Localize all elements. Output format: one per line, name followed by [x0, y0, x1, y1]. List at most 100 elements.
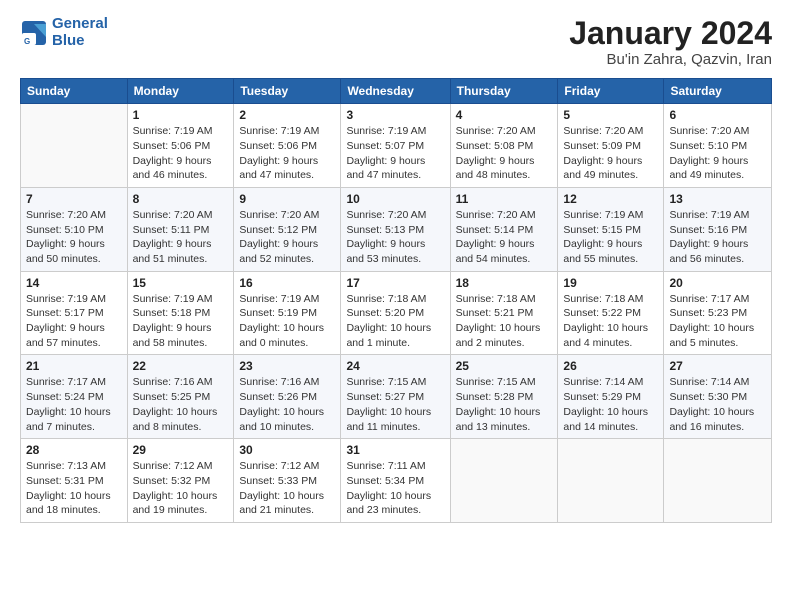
calendar-page: G General Blue January 2024 Bu'in Zahra,… [0, 0, 792, 612]
day-number: 16 [239, 276, 335, 290]
day-number: 18 [456, 276, 553, 290]
calendar-cell: 9Sunrise: 7:20 AM Sunset: 5:12 PM Daylig… [234, 187, 341, 271]
day-info: Sunrise: 7:13 AM Sunset: 5:31 PM Dayligh… [26, 459, 122, 518]
calendar-cell: 27Sunrise: 7:14 AM Sunset: 5:30 PM Dayli… [664, 355, 772, 439]
header-day-monday: Monday [127, 79, 234, 104]
header: G General Blue January 2024 Bu'in Zahra,… [20, 16, 772, 68]
calendar-cell: 1 Sunrise: 7:19 AM Sunset: 5:06 PM Daylig… [127, 104, 234, 188]
day-number: 11 [456, 192, 553, 206]
day-number: 1 [133, 108, 229, 122]
day-info: Sunrise: 7:20 AM Sunset: 5:10 PM Dayligh… [26, 208, 122, 267]
calendar-cell [21, 104, 128, 188]
day-info: Sunrise: 7:17 AM Sunset: 5:24 PM Dayligh… [26, 375, 122, 434]
calendar-cell: 14 Sunrise: 7:19 AM Sunset: 5:17 PM Dayli… [21, 271, 128, 355]
header-day-sunday: Sunday [21, 79, 128, 104]
week-row-4: 21 Sunrise: 7:17 AM Sunset: 5:24 PM Dayli… [21, 355, 772, 439]
calendar-cell: 30 Sunrise: 7:12 AM Sunset: 5:33 PM Dayli… [234, 439, 341, 523]
week-row-5: 28Sunrise: 7:13 AM Sunset: 5:31 PM Dayli… [21, 439, 772, 523]
calendar-cell: 10Sunrise: 7:20 AM Sunset: 5:13 PM Dayli… [341, 187, 450, 271]
calendar-cell: 2 Sunrise: 7:19 AM Sunset: 5:06 PM Daylig… [234, 104, 341, 188]
calendar-cell [558, 439, 664, 523]
day-info: Sunrise: 7:20 AM Sunset: 5:10 PM Dayligh… [669, 124, 766, 183]
day-info: Sunrise: 7:11 AM Sunset: 5:34 PM Dayligh… [346, 459, 444, 518]
day-number: 2 [239, 108, 335, 122]
day-info: Sunrise: 7:16 AM Sunset: 5:26 PM Dayligh… [239, 375, 335, 434]
calendar-cell: 13 Sunrise: 7:19 AM Sunset: 5:16 PM Dayli… [664, 187, 772, 271]
logo-icon: G [20, 19, 48, 47]
day-info: Sunrise: 7:17 AM Sunset: 5:23 PM Dayligh… [669, 292, 766, 351]
calendar-cell: 17Sunrise: 7:18 AM Sunset: 5:20 PM Dayli… [341, 271, 450, 355]
day-info: Sunrise: 7:18 AM Sunset: 5:21 PM Dayligh… [456, 292, 553, 351]
day-info: Sunrise: 7:14 AM Sunset: 5:29 PM Dayligh… [563, 375, 658, 434]
day-number: 21 [26, 359, 122, 373]
calendar-cell [450, 439, 558, 523]
day-info: Sunrise: 7:20 AM Sunset: 5:14 PM Dayligh… [456, 208, 553, 267]
day-info: Sunrise: 7:16 AM Sunset: 5:25 PM Dayligh… [133, 375, 229, 434]
calendar-cell: 26 Sunrise: 7:14 AM Sunset: 5:29 PM Dayli… [558, 355, 664, 439]
calendar-header: SundayMondayTuesdayWednesdayThursdayFrid… [21, 79, 772, 104]
calendar-cell: 22 Sunrise: 7:16 AM Sunset: 5:25 PM Dayli… [127, 355, 234, 439]
day-number: 14 [26, 276, 122, 290]
day-info: Sunrise: 7:12 AM Sunset: 5:33 PM Dayligh… [239, 459, 335, 518]
day-info: Sunrise: 7:19 AM Sunset: 5:06 PM Dayligh… [133, 124, 229, 183]
day-info: Sunrise: 7:18 AM Sunset: 5:20 PM Dayligh… [346, 292, 444, 351]
day-info: Sunrise: 7:15 AM Sunset: 5:28 PM Dayligh… [456, 375, 553, 434]
day-number: 30 [239, 443, 335, 457]
calendar-subtitle: Bu'in Zahra, Qazvin, Iran [569, 51, 772, 68]
day-number: 23 [239, 359, 335, 373]
day-info: Sunrise: 7:12 AM Sunset: 5:32 PM Dayligh… [133, 459, 229, 518]
calendar-cell: 8 Sunrise: 7:20 AM Sunset: 5:11 PM Daylig… [127, 187, 234, 271]
week-row-2: 7Sunrise: 7:20 AM Sunset: 5:10 PM Daylig… [21, 187, 772, 271]
logo: G General Blue [20, 16, 108, 49]
calendar-cell: 23 Sunrise: 7:16 AM Sunset: 5:26 PM Dayli… [234, 355, 341, 439]
day-info: Sunrise: 7:15 AM Sunset: 5:27 PM Dayligh… [346, 375, 444, 434]
day-number: 20 [669, 276, 766, 290]
calendar-title: January 2024 [569, 16, 772, 51]
day-info: Sunrise: 7:20 AM Sunset: 5:08 PM Dayligh… [456, 124, 553, 183]
day-number: 31 [346, 443, 444, 457]
calendar-cell: 11 Sunrise: 7:20 AM Sunset: 5:14 PM Dayli… [450, 187, 558, 271]
day-info: Sunrise: 7:19 AM Sunset: 5:15 PM Dayligh… [563, 208, 658, 267]
header-day-friday: Friday [558, 79, 664, 104]
day-info: Sunrise: 7:19 AM Sunset: 5:17 PM Dayligh… [26, 292, 122, 351]
day-info: Sunrise: 7:20 AM Sunset: 5:11 PM Dayligh… [133, 208, 229, 267]
day-info: Sunrise: 7:20 AM Sunset: 5:09 PM Dayligh… [563, 124, 658, 183]
day-info: Sunrise: 7:19 AM Sunset: 5:06 PM Dayligh… [239, 124, 335, 183]
day-number: 9 [239, 192, 335, 206]
day-info: Sunrise: 7:19 AM Sunset: 5:16 PM Dayligh… [669, 208, 766, 267]
day-number: 8 [133, 192, 229, 206]
day-number: 19 [563, 276, 658, 290]
day-number: 3 [346, 108, 444, 122]
calendar-cell: 5 Sunrise: 7:20 AM Sunset: 5:09 PM Daylig… [558, 104, 664, 188]
calendar-table: SundayMondayTuesdayWednesdayThursdayFrid… [20, 78, 772, 523]
calendar-cell: 19 Sunrise: 7:18 AM Sunset: 5:22 PM Dayli… [558, 271, 664, 355]
day-info: Sunrise: 7:18 AM Sunset: 5:22 PM Dayligh… [563, 292, 658, 351]
day-number: 13 [669, 192, 766, 206]
logo-text: General Blue [52, 16, 108, 49]
calendar-cell: 3 Sunrise: 7:19 AM Sunset: 5:07 PM Daylig… [341, 104, 450, 188]
calendar-cell: 16 Sunrise: 7:19 AM Sunset: 5:19 PM Dayli… [234, 271, 341, 355]
day-info: Sunrise: 7:19 AM Sunset: 5:19 PM Dayligh… [239, 292, 335, 351]
calendar-cell: 12 Sunrise: 7:19 AM Sunset: 5:15 PM Dayli… [558, 187, 664, 271]
calendar-cell: 7Sunrise: 7:20 AM Sunset: 5:10 PM Daylig… [21, 187, 128, 271]
header-row: SundayMondayTuesdayWednesdayThursdayFrid… [21, 79, 772, 104]
day-number: 15 [133, 276, 229, 290]
header-day-thursday: Thursday [450, 79, 558, 104]
day-number: 22 [133, 359, 229, 373]
day-number: 10 [346, 192, 444, 206]
calendar-cell [664, 439, 772, 523]
week-row-3: 14 Sunrise: 7:19 AM Sunset: 5:17 PM Dayli… [21, 271, 772, 355]
svg-text:G: G [24, 37, 30, 46]
day-number: 4 [456, 108, 553, 122]
calendar-cell: 4 Sunrise: 7:20 AM Sunset: 5:08 PM Daylig… [450, 104, 558, 188]
day-number: 25 [456, 359, 553, 373]
day-number: 26 [563, 359, 658, 373]
header-day-tuesday: Tuesday [234, 79, 341, 104]
day-number: 12 [563, 192, 658, 206]
week-row-1: 1 Sunrise: 7:19 AM Sunset: 5:06 PM Daylig… [21, 104, 772, 188]
day-number: 5 [563, 108, 658, 122]
day-number: 24 [346, 359, 444, 373]
header-day-wednesday: Wednesday [341, 79, 450, 104]
day-info: Sunrise: 7:19 AM Sunset: 5:07 PM Dayligh… [346, 124, 444, 183]
day-number: 27 [669, 359, 766, 373]
